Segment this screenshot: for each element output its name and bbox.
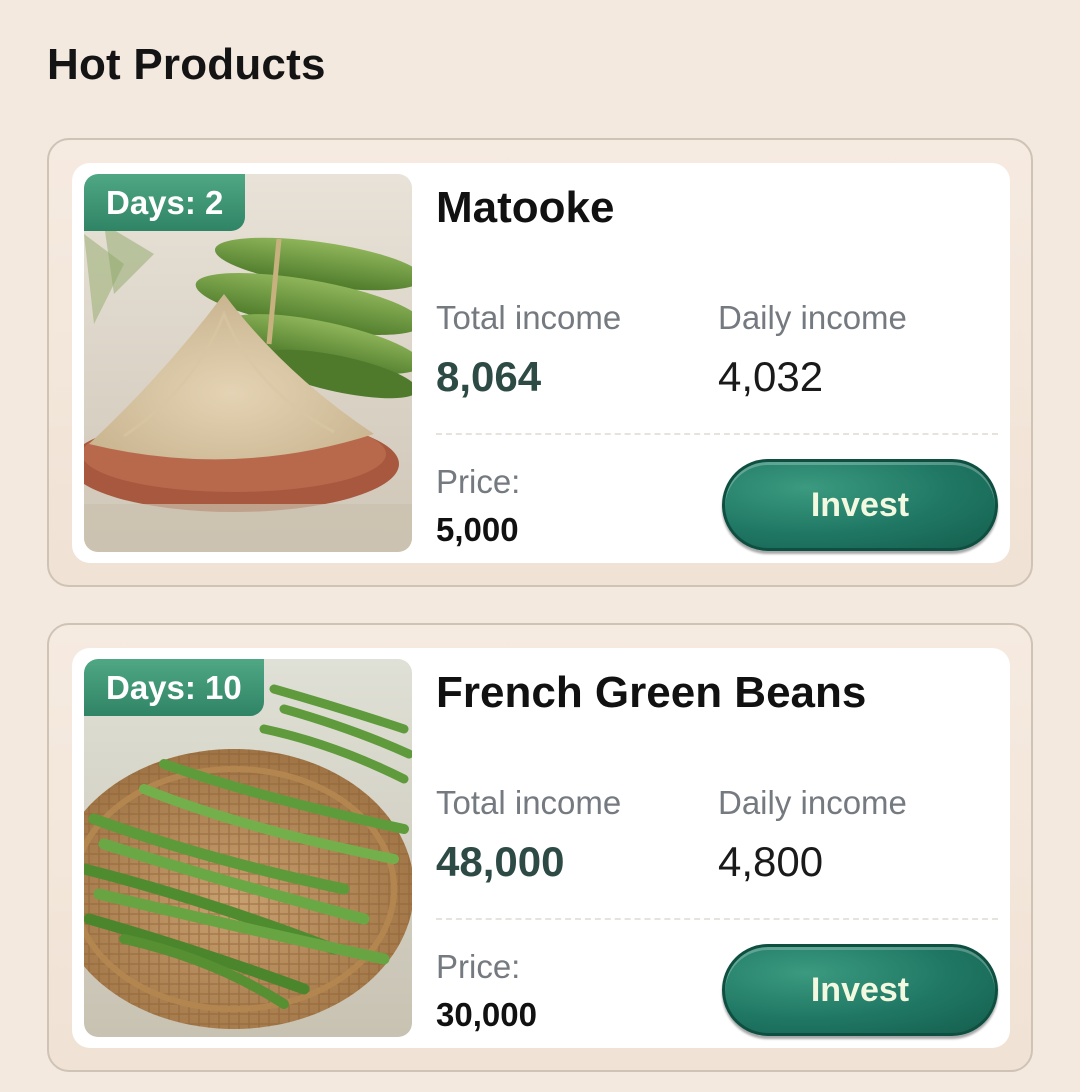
daily-income-label: Daily income (718, 299, 907, 336)
price-value: 5,000 (436, 511, 519, 548)
daily-income-value: 4,032 (718, 353, 824, 400)
product-card: Days: 2 Matooke Total income 8,064 Daily… (47, 138, 1033, 587)
section-title: Hot Products (47, 40, 326, 89)
product-card-body: Days: 10 French Green Beans Total income… (72, 648, 1010, 1048)
product-name: French Green Beans (436, 668, 867, 717)
product-card-body: Days: 2 Matooke Total income 8,064 Daily… (72, 163, 1010, 563)
product-card: Days: 10 French Green Beans Total income… (47, 623, 1033, 1072)
total-income-value: 8,064 (436, 353, 542, 400)
divider (436, 433, 998, 435)
price-value: 30,000 (436, 996, 537, 1033)
price-label: Price: (436, 463, 521, 500)
daily-income-value: 4,800 (718, 838, 824, 885)
invest-button[interactable]: Invest (722, 944, 998, 1036)
invest-button[interactable]: Invest (722, 459, 998, 551)
total-income-value: 48,000 (436, 838, 565, 885)
product-name: Matooke (436, 183, 615, 232)
divider (436, 918, 998, 920)
days-badge: Days: 2 (84, 174, 246, 231)
product-image[interactable]: Days: 10 (84, 659, 412, 1037)
price-label: Price: (436, 948, 521, 985)
total-income-label: Total income (436, 784, 622, 821)
total-income-label: Total income (436, 299, 622, 336)
daily-income-label: Daily income (718, 784, 907, 821)
hot-products-page: Hot Products Days: 2 Matooke Total incom… (0, 0, 1080, 1092)
days-badge: Days: 10 (84, 659, 264, 716)
product-image[interactable]: Days: 2 (84, 174, 412, 552)
